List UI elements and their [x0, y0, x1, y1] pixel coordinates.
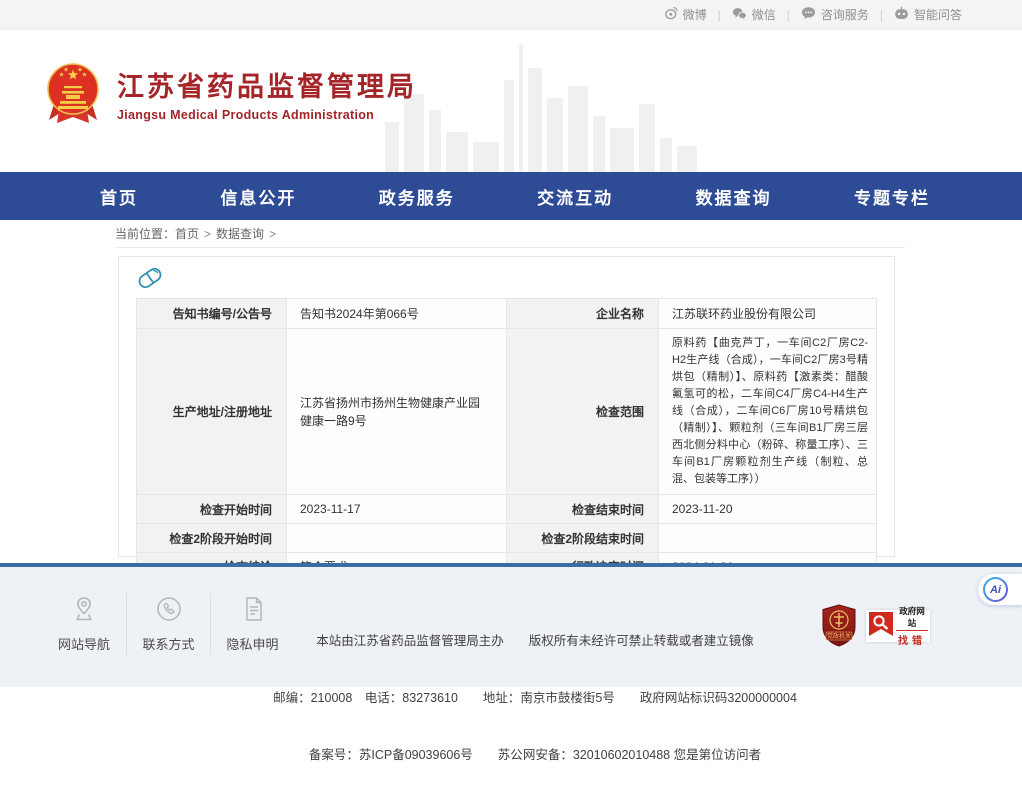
value-notice-number: 告知书2024年第066号 — [287, 299, 507, 329]
value-phase2-end — [659, 524, 877, 553]
breadcrumb: 当前位置： 首页 > 数据查询 > — [0, 220, 1022, 247]
value-address: 江苏省扬州市扬州生物健康产业园健康一路9号 — [287, 329, 507, 495]
label-notice-number: 告知书编号/公告号 — [137, 299, 287, 329]
gov-site-error-report-badge[interactable]: 政府网站 找错 — [866, 610, 930, 642]
breadcrumb-prefix: 当前位置： — [115, 225, 175, 242]
value-phase2-start — [287, 524, 507, 553]
map-pin-icon — [70, 610, 98, 627]
breadcrumb-data-query-link[interactable]: 数据查询 — [216, 225, 264, 242]
wechat-link[interactable]: 微信 — [732, 6, 776, 23]
nav-item-special-topics[interactable]: 专题专栏 — [854, 184, 930, 209]
phone-icon — [155, 610, 183, 627]
nav-item-data-query[interactable]: 数据查询 — [696, 184, 772, 209]
smart-qa-label: 智能问答 — [914, 6, 962, 23]
site-map-link[interactable]: 网站导航 — [42, 593, 126, 655]
magnifier-flag-icon — [868, 611, 894, 642]
topbar-separator: | — [880, 8, 883, 22]
weibo-label: 微博 — [683, 6, 707, 23]
ai-assistant-button[interactable]: Ai — [978, 574, 1022, 605]
site-map-label: 网站导航 — [42, 634, 126, 653]
label-company-name: 企业名称 — [507, 299, 659, 329]
breadcrumb-separator: > — [269, 227, 276, 241]
value-inspection-end: 2023-11-20 — [659, 495, 877, 524]
topbar-separator: | — [718, 8, 721, 22]
shield-badge-label: 党政机关 — [827, 632, 851, 640]
site-header: 江苏省药品监督管理局 Jiangsu Medical Products Admi… — [0, 30, 1022, 172]
label-inspection-scope: 检查范围 — [507, 329, 659, 495]
nav-item-gov-services[interactable]: 政务服务 — [379, 184, 455, 209]
top-utility-bar: 微博 | 微信 | 咨询服务 | 智能问答 — [0, 0, 1022, 30]
label-inspection-end: 检查结束时间 — [507, 495, 659, 524]
chat-bubble-icon — [801, 6, 816, 23]
weibo-icon — [663, 6, 678, 23]
table-row: 告知书编号/公告号 告知书2024年第066号 企业名称 江苏联环药业股份有限公… — [137, 299, 877, 329]
contact-link[interactable]: 联系方式 — [126, 593, 210, 655]
error-badge-line1: 政府网站 — [896, 605, 928, 631]
value-company-name: 江苏联环药业股份有限公司 — [659, 299, 877, 329]
national-emblem-icon — [45, 62, 101, 131]
smart-qa-link[interactable]: 智能问答 — [894, 6, 962, 23]
label-phase2-start: 检查2阶段开始时间 — [137, 524, 287, 553]
footer-line-host: 本站由江苏省药品监督管理局主办 版权所有未经许可禁止转载或者建立镜像 — [250, 632, 820, 651]
consult-service-label: 咨询服务 — [821, 6, 869, 23]
main-nav: 首页 信息公开 政务服务 交流互动 数据查询 专题专栏 — [0, 172, 1022, 220]
wechat-label: 微信 — [752, 6, 776, 23]
error-badge-line2: 找错 — [896, 632, 928, 647]
nav-item-info-disclosure[interactable]: 信息公开 — [220, 184, 296, 209]
robot-icon — [894, 6, 909, 23]
wechat-icon — [732, 7, 747, 23]
inspection-detail-card: 告知书编号/公告号 告知书2024年第066号 企业名称 江苏联环药业股份有限公… — [118, 256, 895, 557]
topbar-separator: | — [787, 8, 790, 22]
label-address: 生产地址/注册地址 — [137, 329, 287, 495]
site-title: 江苏省药品监督管理局 — [117, 71, 417, 103]
nav-item-home[interactable]: 首页 — [100, 184, 138, 209]
label-inspection-start: 检查开始时间 — [137, 495, 287, 524]
table-row: 检查2阶段开始时间 检查2阶段结束时间 — [137, 524, 877, 553]
gov-agency-shield-badge[interactable]: 党政机关 — [822, 604, 856, 652]
site-logo[interactable]: 江苏省药品监督管理局 Jiangsu Medical Products Admi… — [45, 62, 417, 131]
footer-line-icp: 备案号：苏ICP备09039606号 苏公网安备：32010602010488 … — [250, 746, 820, 765]
breadcrumb-home-link[interactable]: 首页 — [175, 225, 199, 242]
breadcrumb-separator: > — [204, 227, 211, 241]
consult-service-link[interactable]: 咨询服务 — [801, 6, 869, 23]
site-subtitle: Jiangsu Medical Products Administration — [117, 108, 417, 122]
ai-icon: Ai — [983, 577, 1008, 602]
breadcrumb-divider — [115, 247, 905, 248]
value-inspection-scope: 原料药【曲克芦丁，一车间C2厂房C2-H2生产线（合成），一车间C2厂房3号精烘… — [659, 329, 877, 495]
footer-info: 本站由江苏省药品监督管理局主办 版权所有未经许可禁止转载或者建立镜像 邮编：21… — [250, 594, 820, 803]
table-row: 检查开始时间 2023-11-17 检查结束时间 2023-11-20 — [137, 495, 877, 524]
table-row: 生产地址/注册地址 江苏省扬州市扬州生物健康产业园健康一路9号 检查范围 原料药… — [137, 329, 877, 495]
nav-item-interaction[interactable]: 交流互动 — [537, 184, 613, 209]
contact-label: 联系方式 — [127, 634, 210, 653]
footer-line-contact: 邮编：210008 电话：83273610 地址：南京市鼓楼街5号 政府网站标识… — [250, 689, 820, 708]
capsule-icon — [135, 263, 165, 298]
value-inspection-start: 2023-11-17 — [287, 495, 507, 524]
weibo-link[interactable]: 微博 — [663, 6, 707, 23]
city-skyline-graphic — [385, 42, 715, 172]
site-footer: 网站导航 联系方式 隐私申明 — [0, 563, 1022, 687]
label-phase2-end: 检查2阶段结束时间 — [507, 524, 659, 553]
